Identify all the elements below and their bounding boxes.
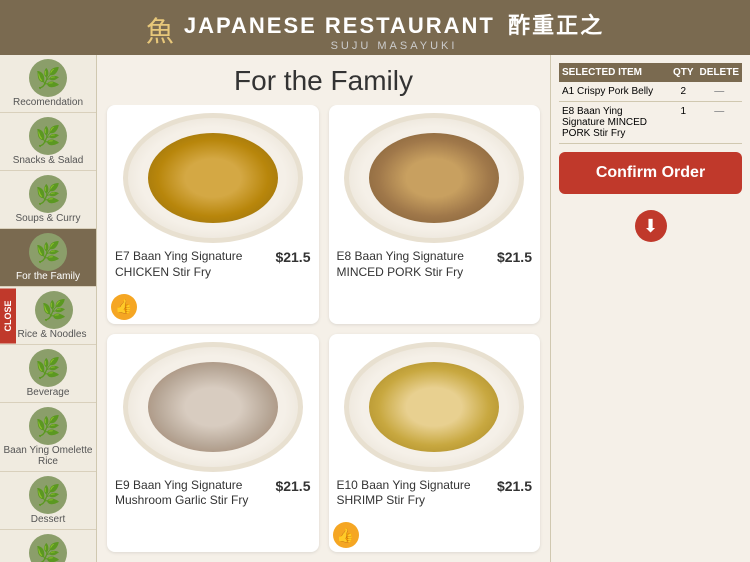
menu-item-e7-name: E7 Baan Ying Signature CHICKEN Stir Fry <box>115 249 271 280</box>
sidebar-item-recomendation[interactable]: 🌿 Recomendation <box>0 55 96 113</box>
sidebar-label-recomendation: Recomendation <box>13 97 83 108</box>
sidebar-label-soups-curry: Soups & Curry <box>15 213 80 224</box>
order-item-delete-1[interactable]: — <box>697 102 742 144</box>
sidebar-label-beverage: Beverage <box>27 387 70 398</box>
table-row: E8 Baan Ying Signature MINCED PORK Stir … <box>559 102 742 144</box>
food-mushroom-visual <box>148 362 278 452</box>
menu-grid: 👍 E7 Baan Ying Signature CHICKEN Stir Fr… <box>97 105 550 562</box>
logo-icon: 魚 <box>146 10 174 50</box>
thumb-icon-e7: 👍 <box>111 294 137 320</box>
sidebar-icon-soups-curry: 🌿 <box>29 175 67 213</box>
sidebar-label-rice-noodles: Rice & Noodles <box>18 329 87 340</box>
food-pork-visual <box>369 133 499 223</box>
menu-item-e8-price: $21.5 <box>497 249 532 265</box>
menu-item-e9-price: $21.5 <box>275 478 310 494</box>
food-shrimp-visual <box>369 362 499 452</box>
sidebar-item-baan-ying[interactable]: 🌿 Baan Ying Omelette Rice <box>0 403 96 472</box>
restaurant-japanese-name: 酢重正之 <box>508 13 604 38</box>
menu-item-e7[interactable]: 👍 E7 Baan Ying Signature CHICKEN Stir Fr… <box>107 105 319 324</box>
sidebar-icon-snacks-salad: 🌿 <box>29 117 67 155</box>
menu-item-e10-price: $21.5 <box>497 478 532 494</box>
col-header-qty: QTY <box>670 63 697 82</box>
sidebar-label-baan-ying: Baan Ying Omelette Rice <box>2 445 94 467</box>
sidebar-icon-for-the-family: 🌿 <box>29 233 67 271</box>
restaurant-name: JAPANESE RESTAURANT <box>184 13 495 38</box>
menu-item-e7-price: $21.5 <box>275 249 310 265</box>
menu-item-e7-image <box>123 113 303 243</box>
sidebar-item-beverage[interactable]: 🌿 Beverage <box>0 345 96 403</box>
plate-e8 <box>349 118 519 238</box>
menu-item-e10-name: E10 Baan Ying Signature SHRIMP Stir Fry <box>337 478 493 509</box>
menu-item-e8-info: E8 Baan Ying Signature MINCED PORK Stir … <box>337 249 533 280</box>
sidebar-item-for-the-family[interactable]: 🌿 For the Family <box>0 229 96 287</box>
right-panel-bottom: Confirm Order ⬇ <box>559 152 742 242</box>
scroll-down-area: ⬇ <box>559 210 742 242</box>
menu-item-e10-image <box>344 342 524 472</box>
sidebar-item-promotion[interactable]: 🌿 Promotion <box>0 530 96 562</box>
sidebar: 🌿 Recomendation 🌿 Snacks & Salad 🌿 Soups… <box>0 55 97 562</box>
sidebar-icon-dessert: 🌿 <box>29 476 67 514</box>
col-header-delete: DELETE <box>697 63 742 82</box>
order-item-qty-0: 2 <box>670 82 697 102</box>
plate-e9 <box>128 347 298 467</box>
close-badge[interactable]: CLOSE <box>0 288 16 343</box>
thumb-icon-e10: 👍 <box>333 522 359 548</box>
menu-item-e9-image <box>123 342 303 472</box>
main-layout: 🌿 Recomendation 🌿 Snacks & Salad 🌿 Soups… <box>0 55 750 562</box>
order-item-delete-0[interactable]: — <box>697 82 742 102</box>
table-row: A1 Crispy Pork Belly 2 — <box>559 82 742 102</box>
menu-item-e8[interactable]: E8 Baan Ying Signature MINCED PORK Stir … <box>329 105 541 324</box>
sidebar-icon-baan-ying: 🌿 <box>29 407 67 445</box>
menu-item-e9-name: E9 Baan Ying Signature Mushroom Garlic S… <box>115 478 271 509</box>
sidebar-icon-beverage: 🌿 <box>29 349 67 387</box>
sidebar-item-soups-curry[interactable]: 🌿 Soups & Curry <box>0 171 96 229</box>
sidebar-item-dessert[interactable]: 🌿 Dessert <box>0 472 96 530</box>
sidebar-icon-promotion: 🌿 <box>29 534 67 562</box>
order-item-name-0: A1 Crispy Pork Belly <box>559 82 670 102</box>
right-panel: SELECTED ITEM QTY DELETE A1 Crispy Pork … <box>550 55 750 562</box>
order-item-qty-1: 1 <box>670 102 697 144</box>
sidebar-label-dessert: Dessert <box>31 514 65 525</box>
sidebar-icon-rice-noodles: 🌿 <box>35 291 73 329</box>
menu-item-e9-info: E9 Baan Ying Signature Mushroom Garlic S… <box>115 478 311 509</box>
col-header-item: SELECTED ITEM <box>559 63 670 82</box>
food-chicken-visual <box>148 133 278 223</box>
order-item-name-1: E8 Baan Ying Signature MINCED PORK Stir … <box>559 102 670 144</box>
sidebar-icon-recomendation: 🌿 <box>29 59 67 97</box>
sidebar-item-rice-noodles[interactable]: CLOSE 🌿 Rice & Noodles <box>0 287 96 345</box>
page-title: For the Family <box>97 55 550 105</box>
menu-item-e7-info: E7 Baan Ying Signature CHICKEN Stir Fry … <box>115 249 311 280</box>
scroll-down-button[interactable]: ⬇ <box>635 210 667 242</box>
sidebar-label-snacks-salad: Snacks & Salad <box>13 155 84 166</box>
order-table: SELECTED ITEM QTY DELETE A1 Crispy Pork … <box>559 63 742 144</box>
plate-e10 <box>349 347 519 467</box>
sidebar-item-snacks-salad[interactable]: 🌿 Snacks & Salad <box>0 113 96 171</box>
menu-item-e8-image <box>344 113 524 243</box>
plate-e7 <box>128 118 298 238</box>
menu-item-e10-info: E10 Baan Ying Signature SHRIMP Stir Fry … <box>337 478 533 509</box>
main-content: For the Family 👍 E7 Baan Ying Signature … <box>97 55 550 562</box>
menu-item-e10[interactable]: 👍 E10 Baan Ying Signature SHRIMP Stir Fr… <box>329 334 541 553</box>
menu-item-e8-name: E8 Baan Ying Signature MINCED PORK Stir … <box>337 249 493 280</box>
app-header: 魚 JAPANESE RESTAURANT 酢重正之 SUJU MASAYUKI <box>0 0 750 55</box>
restaurant-subtitle: SUJU MASAYUKI <box>184 40 604 52</box>
sidebar-label-for-the-family: For the Family <box>16 271 80 282</box>
menu-item-e9[interactable]: E9 Baan Ying Signature Mushroom Garlic S… <box>107 334 319 553</box>
confirm-order-button[interactable]: Confirm Order <box>559 152 742 194</box>
